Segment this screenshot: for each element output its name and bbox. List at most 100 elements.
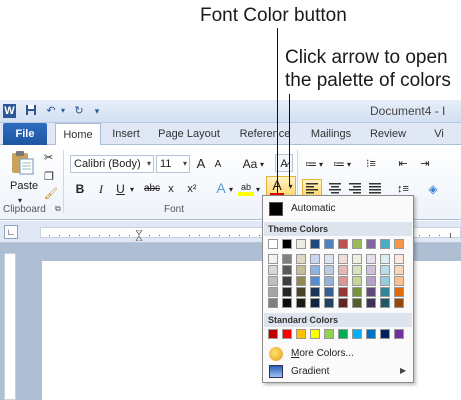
theme-color-swatch[interactable] (380, 239, 390, 249)
standard-color-swatch[interactable] (394, 329, 404, 339)
superscript-icon[interactable]: x² (187, 180, 197, 198)
tab-page-layout[interactable]: Page Layout (157, 123, 221, 145)
standard-color-swatch[interactable] (366, 329, 376, 339)
standard-color-swatch[interactable] (310, 329, 320, 339)
theme-color-swatch[interactable] (310, 239, 320, 249)
tab-insert[interactable]: Insert (106, 123, 146, 145)
theme-color-swatch[interactable] (352, 239, 362, 249)
increase-indent-icon[interactable]: ⇥ (418, 155, 432, 173)
standard-color-swatch[interactable] (380, 329, 390, 339)
tab-selector-icon[interactable]: ∟ (4, 225, 18, 239)
paste-button-label[interactable]: Paste (10, 178, 38, 194)
cut-icon[interactable]: ✂ (44, 150, 53, 166)
theme-color-swatch[interactable] (268, 239, 278, 249)
word-app-icon[interactable]: W (3, 104, 16, 118)
theme-shade-swatch[interactable] (310, 298, 320, 308)
change-case-dropdown-icon[interactable]: ▾ (259, 156, 265, 174)
font-name-combo[interactable]: Calibri (Body) ▾ (70, 155, 154, 173)
theme-shade-swatch[interactable] (324, 265, 334, 275)
theme-shade-swatch[interactable] (282, 265, 292, 275)
tab-file[interactable]: File (3, 123, 47, 145)
theme-shade-swatch[interactable] (380, 298, 390, 308)
shrink-font-button[interactable]: A (212, 156, 224, 174)
tab-home[interactable]: Home (55, 123, 101, 146)
theme-shade-swatch[interactable] (296, 265, 306, 275)
customize-toolbar-icon[interactable]: ▾ (90, 104, 104, 118)
theme-shade-swatch[interactable] (366, 254, 376, 264)
font-color-dropdown-arrow-icon[interactable]: ▾ (286, 178, 295, 196)
theme-shade-swatch[interactable] (338, 287, 348, 297)
theme-shade-swatch[interactable] (338, 276, 348, 286)
theme-shade-swatch[interactable] (380, 276, 390, 286)
theme-shade-swatch[interactable] (282, 298, 292, 308)
theme-shade-swatch[interactable] (310, 254, 320, 264)
theme-shade-swatch[interactable] (268, 276, 278, 286)
tab-references[interactable]: Reference (236, 123, 294, 145)
theme-shade-swatch[interactable] (394, 265, 404, 275)
theme-shade-swatch[interactable] (352, 265, 362, 275)
copy-icon[interactable]: ❐ (44, 169, 54, 185)
undo-dropdown-icon[interactable]: ▾ (56, 104, 70, 118)
standard-color-swatch[interactable] (352, 329, 362, 339)
standard-color-swatch[interactable] (296, 329, 306, 339)
underline-dropdown-icon[interactable]: ▾ (128, 181, 136, 199)
standard-color-swatch[interactable] (338, 329, 348, 339)
theme-shade-swatch[interactable] (268, 287, 278, 297)
theme-shade-swatch[interactable] (380, 287, 390, 297)
standard-color-swatch[interactable] (282, 329, 292, 339)
gradient-submenu-arrow-icon[interactable]: ▶ (400, 366, 406, 375)
justify-icon[interactable] (366, 180, 384, 196)
save-icon[interactable] (24, 104, 38, 118)
font-size-combo[interactable]: 11 ▾ (156, 155, 190, 173)
theme-shade-swatch[interactable] (296, 276, 306, 286)
align-right-icon[interactable] (346, 180, 364, 196)
vertical-ruler[interactable] (4, 253, 16, 400)
theme-shade-swatch[interactable] (296, 287, 306, 297)
theme-shade-swatch[interactable] (366, 276, 376, 286)
theme-shade-swatch[interactable] (338, 254, 348, 264)
shading-icon[interactable]: ◈ (425, 180, 441, 198)
theme-shade-swatch[interactable] (310, 287, 320, 297)
align-center-icon[interactable] (326, 180, 344, 196)
theme-shade-swatch[interactable] (352, 298, 362, 308)
theme-color-swatch[interactable] (394, 239, 404, 249)
theme-shade-swatch[interactable] (268, 265, 278, 275)
gradient-option[interactable]: Gradient (291, 363, 329, 381)
text-effects-button[interactable]: A (214, 179, 228, 197)
theme-shade-swatch[interactable] (380, 265, 390, 275)
theme-shade-swatch[interactable] (380, 254, 390, 264)
theme-shade-swatch[interactable] (338, 265, 348, 275)
format-painter-icon[interactable]: 🖌 (44, 186, 58, 202)
theme-shade-swatch[interactable] (282, 276, 292, 286)
theme-shade-swatch[interactable] (394, 298, 404, 308)
tab-view[interactable]: Vi (424, 123, 454, 145)
theme-shade-swatch[interactable] (282, 287, 292, 297)
theme-shade-swatch[interactable] (352, 254, 362, 264)
multilevel-list-icon[interactable]: ⁝≡ (362, 155, 380, 173)
theme-shade-swatch[interactable] (338, 298, 348, 308)
grow-font-button[interactable]: A (194, 155, 208, 173)
theme-color-swatch[interactable] (366, 239, 376, 249)
theme-shade-swatch[interactable] (268, 254, 278, 264)
theme-shade-swatch[interactable] (394, 276, 404, 286)
standard-color-swatch[interactable] (268, 329, 278, 339)
bold-button[interactable]: B (74, 180, 86, 198)
theme-shade-swatch[interactable] (324, 287, 334, 297)
bullets-button[interactable]: ≔ (304, 155, 318, 173)
underline-button[interactable]: U (115, 180, 126, 198)
change-case-button[interactable]: Aa (241, 155, 259, 173)
strikethrough-button[interactable]: abc (143, 180, 161, 198)
theme-shade-swatch[interactable] (324, 254, 334, 264)
theme-shade-swatch[interactable] (296, 298, 306, 308)
more-colors-option[interactable]: More Colors... (291, 345, 354, 363)
theme-color-swatch[interactable] (338, 239, 348, 249)
redo-icon[interactable]: ↻ (72, 104, 86, 118)
highlight-dropdown-icon[interactable]: ▾ (255, 181, 261, 199)
theme-shade-swatch[interactable] (394, 254, 404, 264)
subscript-button[interactable]: x (166, 180, 176, 198)
theme-shade-swatch[interactable] (366, 287, 376, 297)
theme-shade-swatch[interactable] (352, 276, 362, 286)
theme-color-swatch[interactable] (296, 239, 306, 249)
standard-color-swatch[interactable] (324, 329, 334, 339)
tab-review[interactable]: Review (367, 123, 409, 145)
